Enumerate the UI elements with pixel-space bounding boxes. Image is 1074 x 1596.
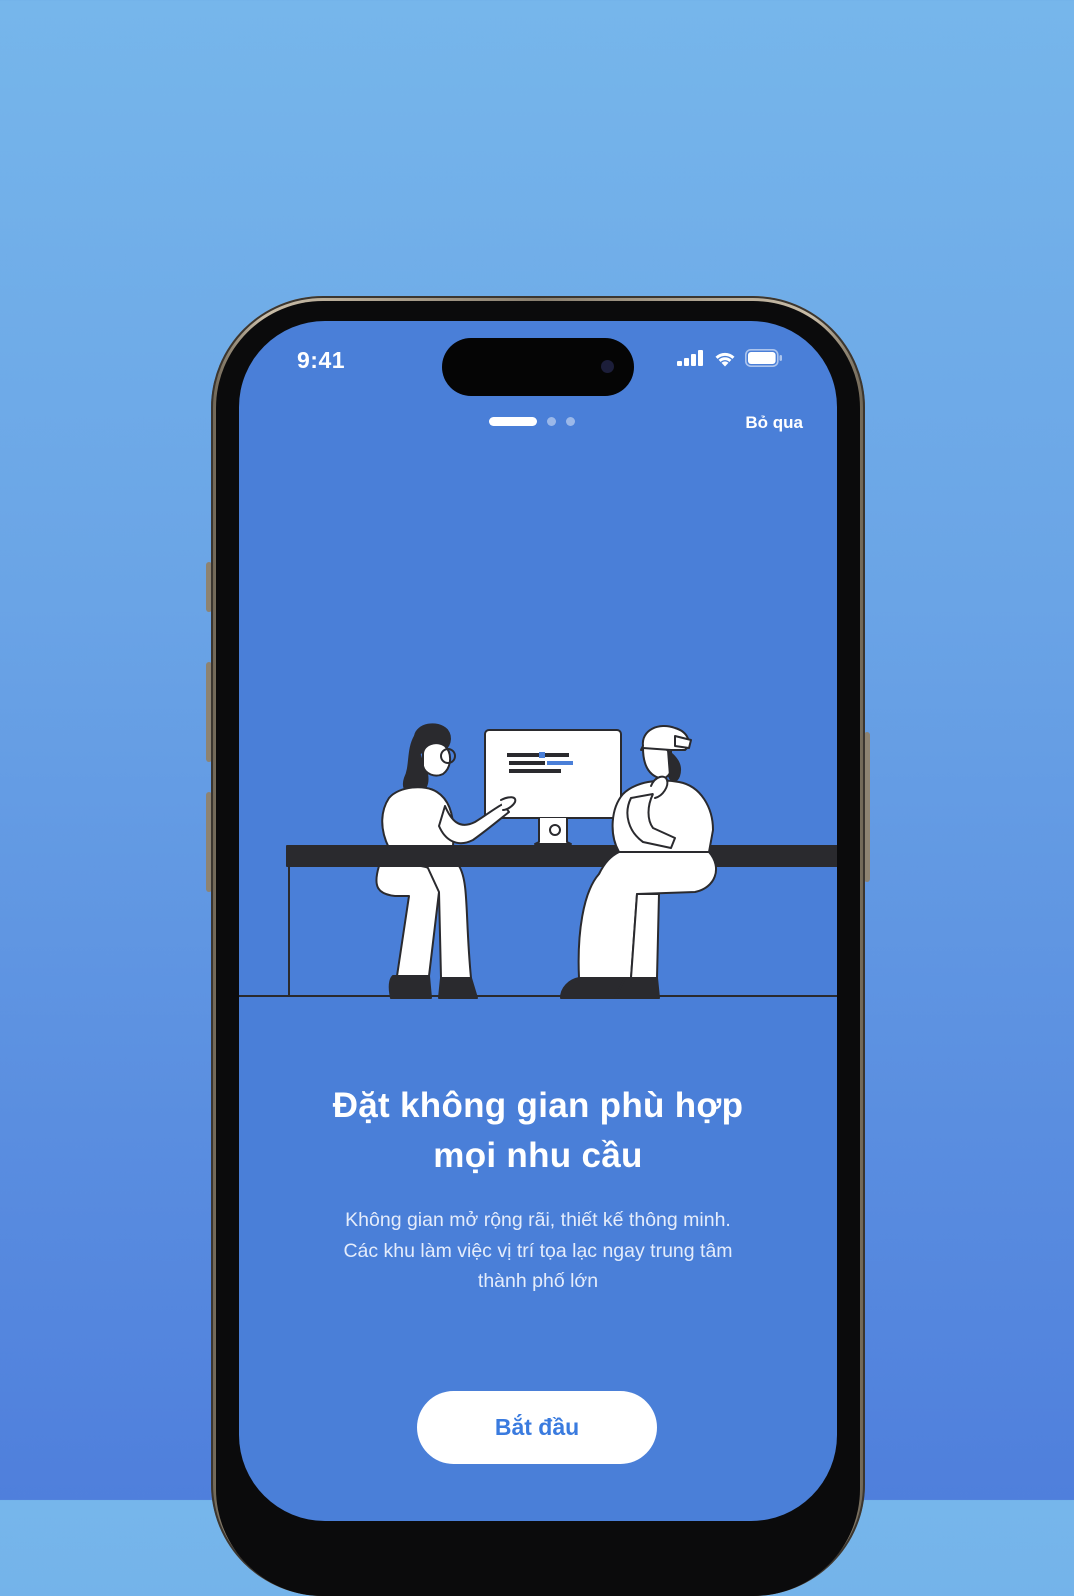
page-dot[interactable]	[547, 417, 556, 426]
description-line: Không gian mở rộng rãi, thiết kế thông m…	[345, 1209, 731, 1231]
signal-icon	[677, 350, 703, 366]
page-indicator	[489, 417, 575, 426]
description-line: thành phố lớn	[477, 1270, 599, 1292]
phone-screen: 9:41 Bỏ qua Đặt không gian phù hợp mọi n…	[239, 321, 837, 1521]
onboarding-description: Không gian mở rộng rãi, thiết kế thông m…	[287, 1205, 789, 1297]
wifi-icon	[715, 352, 735, 366]
title-line: mọi nhu cầu	[433, 1136, 643, 1175]
skip-button[interactable]: Bỏ qua	[745, 413, 803, 433]
title-line: Đặt không gian phù hợp	[332, 1086, 744, 1125]
description-line: Các khu làm việc vị trí tọa lạc ngay tru…	[343, 1239, 733, 1262]
page-dot[interactable]	[566, 417, 575, 426]
dynamic-island	[442, 338, 634, 396]
battery-icon	[745, 349, 782, 367]
camera-icon	[601, 360, 614, 373]
status-icons	[677, 349, 783, 367]
start-button[interactable]: Bắt đầu	[417, 1391, 657, 1464]
onboarding-title: Đặt không gian phù hợp mọi nhu cầu	[279, 1081, 797, 1181]
meeting-illustration	[239, 723, 837, 999]
status-time: 9:41	[297, 347, 346, 373]
page-dot-active[interactable]	[489, 417, 537, 426]
